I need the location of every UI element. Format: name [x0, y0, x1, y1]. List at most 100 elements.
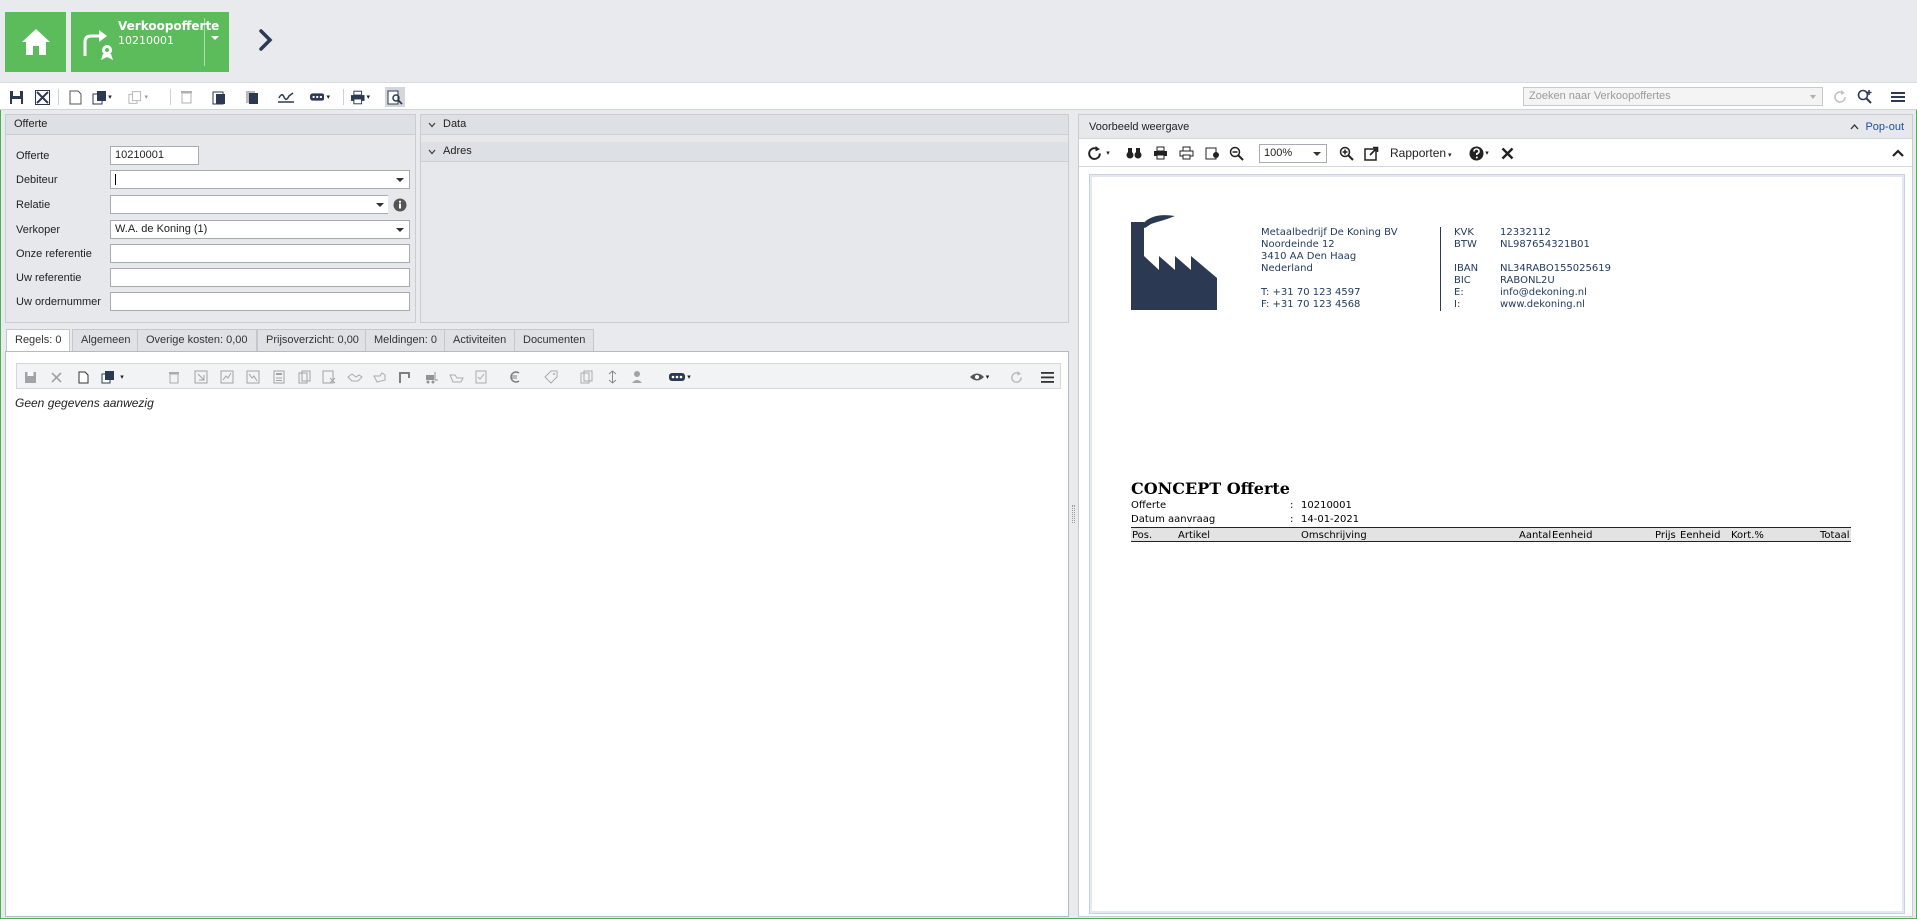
tab-overige-kosten[interactable]: Overige kosten: 0,00: [137, 329, 257, 351]
visibility-icon[interactable]: ▾: [965, 368, 993, 386]
refresh-options-caret-icon[interactable]: ▾: [1103, 144, 1113, 162]
web-label: I:: [1454, 299, 1461, 310]
preview-header: Voorbeeld weergave Pop-out: [1079, 115, 1912, 139]
chevron-down-icon: ▾: [1448, 152, 1452, 159]
section-data-header[interactable]: Data: [421, 115, 1068, 135]
more-options-icon[interactable]: ▾: [310, 87, 330, 107]
search-input[interactable]: Zoeken naar Verkoopoffertes: [1523, 87, 1823, 106]
module-tile-verkoopofferte[interactable]: Verkoopofferte 10210001: [71, 12, 229, 72]
delete-icon[interactable]: [176, 87, 196, 107]
tab-meldingen[interactable]: Meldingen: 0: [365, 329, 446, 351]
hands-icon[interactable]: [447, 368, 465, 386]
debiteur-dropdown-caret-icon[interactable]: [396, 178, 404, 182]
email-label: E:: [1454, 287, 1464, 298]
popout-link[interactable]: Pop-out: [1850, 121, 1904, 133]
rapporten-menu[interactable]: Rapporten ▾: [1390, 146, 1452, 160]
delete-row-icon[interactable]: [165, 368, 183, 386]
hamburger-menu-icon[interactable]: [1038, 368, 1056, 386]
tab-activiteiten[interactable]: Activiteiten: [444, 329, 516, 351]
offerte-field[interactable]: 10210001: [110, 146, 199, 165]
toolbar-separator: [170, 89, 171, 105]
zoom-select[interactable]: 100%: [1259, 144, 1327, 163]
onze-referentie-field[interactable]: [110, 244, 410, 263]
copy-icon[interactable]: ▾: [92, 87, 112, 107]
cancel-icon[interactable]: [32, 87, 52, 107]
section-data-label: Data: [443, 118, 467, 130]
save-icon[interactable]: [6, 87, 26, 107]
calculator-icon[interactable]: [270, 368, 288, 386]
new-document-icon[interactable]: [65, 87, 85, 107]
preview-search-icon[interactable]: [385, 87, 405, 107]
chart-down-icon[interactable]: [244, 368, 262, 386]
refresh-icon[interactable]: [1085, 144, 1103, 162]
person-settings-icon[interactable]: [629, 368, 647, 386]
uw-ordernummer-field[interactable]: [110, 292, 410, 311]
help-icon[interactable]: ▾: [1466, 144, 1492, 162]
tab-documenten[interactable]: Documenten: [514, 329, 595, 351]
external-link-icon[interactable]: [1362, 144, 1380, 162]
debiteur-row: Debiteur: [16, 170, 416, 190]
copy-row-icon[interactable]: [99, 368, 117, 386]
remove-line-icon[interactable]: [320, 368, 338, 386]
relatie-select[interactable]: [110, 195, 388, 214]
more-options-icon[interactable]: ▾: [665, 368, 695, 386]
chart-up-icon[interactable]: [218, 368, 236, 386]
zoom-value: 100%: [1264, 147, 1293, 159]
euro-icon[interactable]: [507, 368, 525, 386]
binoculars-icon[interactable]: [1125, 144, 1143, 162]
chevron-right-icon[interactable]: [256, 28, 276, 52]
chevron-up-icon[interactable]: [1889, 144, 1907, 162]
regels-panel: ▾ ▾ ▾ Geen gegevens aanwezig: [5, 351, 1069, 917]
import-icon[interactable]: [192, 368, 210, 386]
module-number: 10210001: [118, 34, 174, 47]
verkoper-select[interactable]: W.A. de Koning (1): [110, 220, 410, 239]
verkoper-dropdown-caret-icon[interactable]: [396, 228, 404, 232]
print-setup-icon[interactable]: [1151, 144, 1169, 162]
handshake-icon[interactable]: [346, 368, 364, 386]
refresh-icon[interactable]: [1830, 87, 1850, 107]
signature-icon[interactable]: [276, 87, 296, 107]
resize-icon[interactable]: [603, 368, 621, 386]
hamburger-menu-icon[interactable]: [1888, 87, 1908, 107]
module-dropdown-caret-icon[interactable]: [211, 36, 219, 40]
tab-algemeen[interactable]: Algemeen: [72, 329, 140, 351]
splitter-handle[interactable]: [1072, 505, 1075, 523]
price-tag-icon[interactable]: [542, 368, 560, 386]
home-button[interactable]: [5, 12, 66, 72]
uw-referentie-field[interactable]: [110, 268, 410, 287]
save-icon[interactable]: [21, 368, 39, 386]
rapporten-label: Rapporten: [1390, 146, 1447, 160]
copy-doc-icon[interactable]: [577, 368, 595, 386]
relatie-dropdown-caret-icon[interactable]: [376, 203, 384, 207]
clipboard-icon[interactable]: [209, 87, 229, 107]
cancel-icon[interactable]: [47, 368, 65, 386]
refresh-icon[interactable]: [1007, 368, 1025, 386]
col-totaal: Totaal: [1820, 530, 1850, 541]
search-add-icon[interactable]: [1855, 87, 1875, 107]
debiteur-select[interactable]: [110, 170, 410, 189]
tab-prijsoverzicht[interactable]: Prijsoverzicht: 0,00: [257, 329, 368, 351]
search-dropdown-caret-icon[interactable]: [1810, 95, 1816, 99]
forklift-icon[interactable]: [421, 368, 439, 386]
copy-line-icon[interactable]: [295, 368, 313, 386]
print-icon[interactable]: [1177, 144, 1195, 162]
zoom-out-icon[interactable]: [1227, 144, 1245, 162]
offerte-row: Offerte 10210001: [16, 146, 416, 166]
page-setup-icon[interactable]: [1203, 144, 1221, 162]
chevron-down-icon[interactable]: ▾: [117, 368, 127, 386]
section-adres-header[interactable]: Adres: [421, 142, 1068, 162]
text-cursor: [115, 173, 116, 185]
zoom-dropdown-caret-icon[interactable]: [1313, 152, 1321, 156]
document-check-icon[interactable]: [472, 368, 490, 386]
hook-icon[interactable]: [396, 368, 414, 386]
print-icon[interactable]: ▾: [350, 87, 370, 107]
address-divider: [1440, 227, 1441, 311]
close-icon[interactable]: [1498, 144, 1516, 162]
new-row-icon[interactable]: [74, 368, 92, 386]
zoom-in-icon[interactable]: [1337, 144, 1355, 162]
duplicate-icon[interactable]: ▾: [128, 87, 148, 107]
info-icon[interactable]: [393, 198, 407, 212]
paste-icon[interactable]: [242, 87, 262, 107]
tab-regels[interactable]: Regels: 0: [6, 329, 71, 352]
hand-icon[interactable]: [371, 368, 389, 386]
